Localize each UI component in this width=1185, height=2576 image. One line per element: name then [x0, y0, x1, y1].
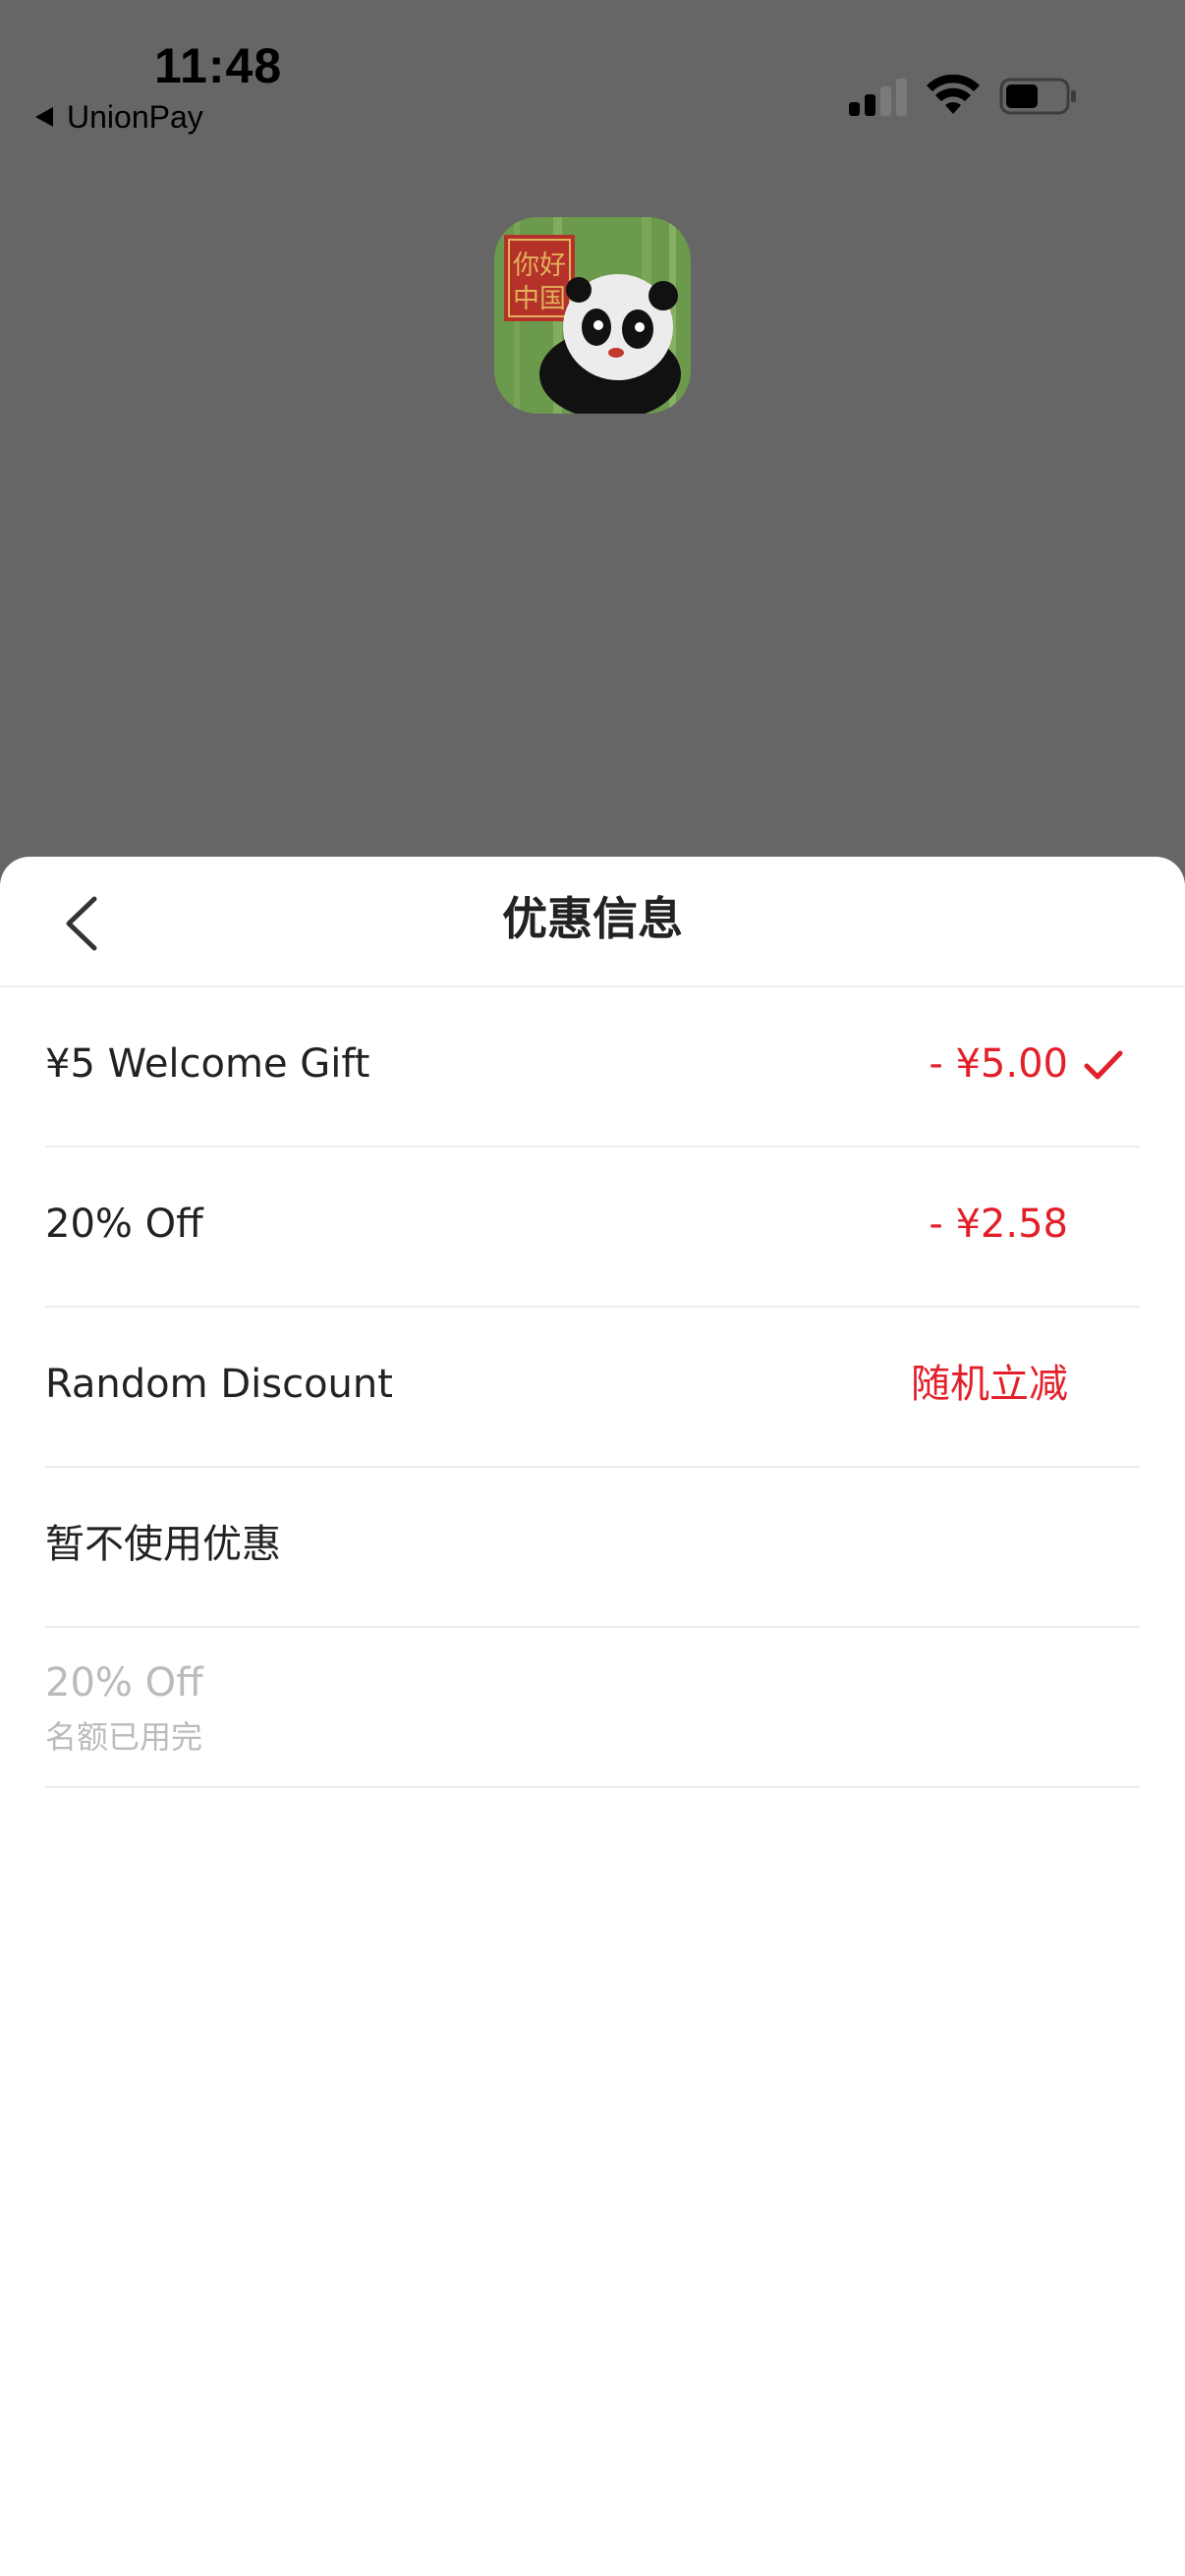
- panda-app-icon: 你好 中国: [494, 217, 691, 414]
- discount-label: 20% Off: [45, 1202, 203, 1247]
- discount-list: ¥5 Welcome Gift - ¥5.00 20% Off - ¥2.58 …: [45, 987, 1140, 1788]
- discount-amount: - ¥2.58: [929, 1202, 1068, 1247]
- status-bar-time: 11:48: [154, 38, 283, 93]
- battery-icon: [999, 78, 1076, 115]
- discount-option-welcome-gift[interactable]: ¥5 Welcome Gift - ¥5.00: [45, 987, 1140, 1148]
- back-triangle-icon: [35, 107, 53, 127]
- discount-label: ¥5 Welcome Gift: [45, 1041, 370, 1087]
- discount-sheet: 优惠信息 ¥5 Welcome Gift - ¥5.00 20% Off - ¥…: [0, 857, 1185, 2576]
- dimmed-backdrop[interactable]: 11:48 UnionPay 你好 中国: [0, 0, 1185, 884]
- wifi-icon: [927, 75, 980, 114]
- discount-label: 暂不使用优惠: [45, 1522, 281, 1567]
- sheet-header: 优惠信息: [0, 857, 1185, 987]
- checkmark-icon: [1084, 1050, 1123, 1080]
- cellular-signal-icon: [849, 79, 908, 116]
- back-to-app-label: UnionPay: [67, 99, 203, 135]
- discount-option-20-off[interactable]: 20% Off - ¥2.58: [45, 1148, 1140, 1308]
- discount-amount: - ¥5.00: [929, 1041, 1068, 1087]
- discount-amount: 随机立减: [911, 1362, 1068, 1407]
- discount-option-unavailable: 20% Off 名额已用完: [45, 1628, 1140, 1788]
- stamp-text-top: 你好: [513, 251, 566, 281]
- discount-option-none[interactable]: 暂不使用优惠: [45, 1468, 1140, 1628]
- discount-option-random[interactable]: Random Discount 随机立减: [45, 1308, 1140, 1468]
- sheet-title: 优惠信息: [502, 892, 683, 945]
- back-to-app-link[interactable]: UnionPay: [35, 98, 203, 136]
- quota-exhausted-note: 名额已用完: [45, 1718, 203, 1756]
- discount-label: Random Discount: [45, 1362, 393, 1407]
- discount-label: 20% Off: [45, 1660, 203, 1706]
- stamp-text-bottom: 中国: [513, 284, 566, 314]
